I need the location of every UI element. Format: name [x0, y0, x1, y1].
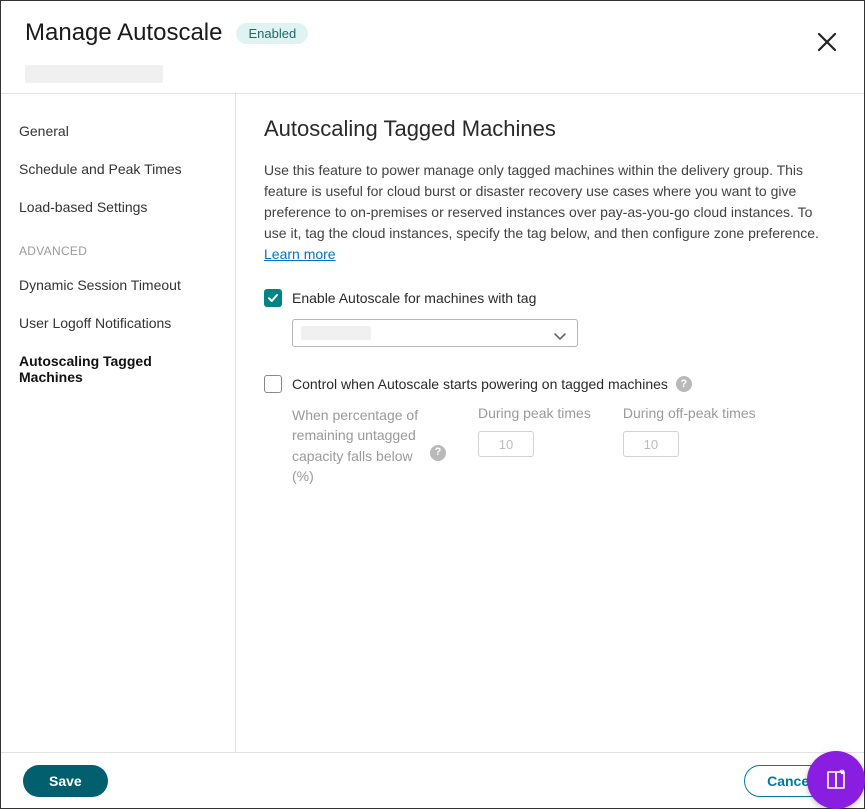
autoscale-dialog: Manage Autoscale Enabled General Schedul… — [0, 0, 865, 809]
sidebar-item-general[interactable]: General — [1, 112, 235, 150]
offpeak-threshold-input[interactable] — [623, 431, 679, 457]
panel-description: Use this feature to power manage only ta… — [264, 160, 828, 265]
dialog-title: Manage Autoscale — [25, 19, 222, 47]
peak-label: During peak times — [478, 405, 591, 421]
sidebar-item-autoscaling-tagged[interactable]: Autoscaling Tagged Machines — [1, 342, 235, 396]
sidebar-group-advanced: ADVANCED — [1, 226, 235, 266]
close-icon[interactable] — [816, 31, 838, 53]
enable-autoscale-row: Enable Autoscale for machines with tag — [264, 289, 828, 307]
dialog-body: General Schedule and Peak Times Load-bas… — [1, 94, 864, 752]
panel-description-text: Use this feature to power manage only ta… — [264, 162, 819, 241]
dialog-header: Manage Autoscale Enabled — [1, 1, 864, 59]
subtitle-redacted — [25, 65, 163, 83]
sidebar-item-load[interactable]: Load-based Settings — [1, 188, 235, 226]
sidebar-item-logoff-notifications[interactable]: User Logoff Notifications — [1, 304, 235, 342]
sidebar-item-schedule[interactable]: Schedule and Peak Times — [1, 150, 235, 188]
control-autoscale-row: Control when Autoscale starts powering o… — [264, 375, 828, 393]
tag-select-value-redacted — [301, 326, 371, 340]
tag-select[interactable] — [292, 319, 578, 347]
panel-title: Autoscaling Tagged Machines — [264, 116, 828, 142]
help-fab[interactable] — [807, 751, 865, 809]
control-autoscale-label: Control when Autoscale starts powering o… — [292, 376, 668, 392]
enable-autoscale-checkbox[interactable] — [264, 289, 282, 307]
chevron-down-icon — [553, 329, 567, 347]
enable-autoscale-label: Enable Autoscale for machines with tag — [292, 290, 536, 306]
dialog-footer: Save Cancel — [1, 752, 864, 808]
help-icon[interactable]: ? — [676, 376, 692, 392]
status-badge: Enabled — [236, 23, 308, 44]
help-icon[interactable]: ? — [430, 445, 446, 461]
sidebar-item-dynamic-timeout[interactable]: Dynamic Session Timeout — [1, 266, 235, 304]
control-autoscale-checkbox[interactable] — [264, 375, 282, 393]
offpeak-label: During off-peak times — [623, 405, 756, 421]
sidebar: General Schedule and Peak Times Load-bas… — [1, 94, 236, 752]
save-button[interactable]: Save — [23, 765, 108, 797]
peak-threshold-input[interactable] — [478, 431, 534, 457]
threshold-block: When percentage of remaining untagged ca… — [292, 405, 828, 486]
threshold-row-label: When percentage of remaining untagged ca… — [292, 405, 446, 486]
main-panel: Autoscaling Tagged Machines Use this fea… — [236, 94, 864, 752]
learn-more-link[interactable]: Learn more — [264, 246, 336, 262]
